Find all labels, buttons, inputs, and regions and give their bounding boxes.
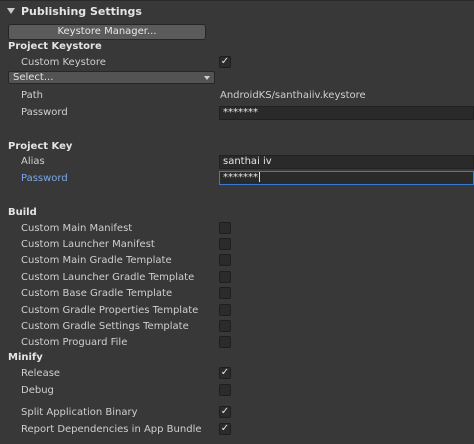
keystore-select-dropdown[interactable]: Select... <box>8 71 215 84</box>
custom-keystore-label: Custom Keystore <box>21 57 106 68</box>
custom-base-gradle-template-checkbox[interactable] <box>219 287 231 299</box>
text-caret <box>259 172 260 182</box>
foldout-arrow-icon[interactable] <box>7 8 15 14</box>
build-item-label: Custom Gradle Settings Template <box>21 321 189 332</box>
keystore-password-label: Password <box>21 107 68 118</box>
custom-launcher-gradle-template-checkbox[interactable] <box>219 271 231 283</box>
checkmark-icon: ✓ <box>220 367 230 378</box>
build-item-label: Custom Main Gradle Template <box>21 255 172 266</box>
build-item-label: Custom Base Gradle Template <box>21 288 173 299</box>
minify-release-checkbox[interactable]: ✓ <box>219 367 231 379</box>
build-item-label: Custom Main Manifest <box>21 223 133 234</box>
keystore-password-field[interactable]: ******* <box>219 106 474 120</box>
split-application-binary-checkbox[interactable]: ✓ <box>219 406 231 418</box>
path-label: Path <box>21 90 43 101</box>
minify-debug-checkbox[interactable] <box>219 384 231 396</box>
alias-field[interactable]: santhai iv <box>219 155 474 169</box>
project-keystore-heading: Project Keystore <box>8 41 102 52</box>
custom-gradle-settings-template-checkbox[interactable] <box>219 320 231 332</box>
build-item-label: Custom Proguard File <box>21 337 128 348</box>
alias-label: Alias <box>21 156 45 167</box>
keystore-manager-button[interactable]: Keystore Manager... <box>8 24 206 40</box>
dropdown-arrow-icon <box>204 76 210 80</box>
build-heading: Build <box>8 207 37 218</box>
key-password-value: ******* <box>223 172 258 183</box>
checkmark-icon: ✓ <box>220 56 230 67</box>
key-password-label: Password <box>21 173 68 184</box>
top-divider <box>0 0 474 1</box>
path-value: AndroidKS/santhaiiv.keystore <box>220 90 366 101</box>
split-application-binary-label: Split Application Binary <box>21 407 138 418</box>
build-item-label: Custom Launcher Gradle Template <box>21 272 195 283</box>
publishing-settings-title[interactable]: Publishing Settings <box>21 5 142 18</box>
custom-main-gradle-template-checkbox[interactable] <box>219 254 231 266</box>
report-dependencies-label: Report Dependencies in App Bundle <box>21 424 202 435</box>
checkmark-icon: ✓ <box>220 406 230 417</box>
build-item-label: Custom Gradle Properties Template <box>21 305 199 316</box>
report-dependencies-checkbox[interactable]: ✓ <box>219 423 231 435</box>
minify-heading: Minify <box>8 352 43 363</box>
key-password-field[interactable]: ******* <box>219 171 474 185</box>
keystore-select-value: Select... <box>13 72 54 83</box>
minify-item-label: Release <box>21 368 61 379</box>
checkmark-icon: ✓ <box>220 423 230 434</box>
custom-gradle-properties-template-checkbox[interactable] <box>219 304 231 316</box>
minify-item-label: Debug <box>21 385 54 396</box>
custom-proguard-file-checkbox[interactable] <box>219 336 231 348</box>
custom-launcher-manifest-checkbox[interactable] <box>219 238 231 250</box>
project-key-heading: Project Key <box>8 141 73 152</box>
custom-keystore-checkbox[interactable]: ✓ <box>219 56 231 68</box>
build-item-label: Custom Launcher Manifest <box>21 239 155 250</box>
custom-main-manifest-checkbox[interactable] <box>219 222 231 234</box>
